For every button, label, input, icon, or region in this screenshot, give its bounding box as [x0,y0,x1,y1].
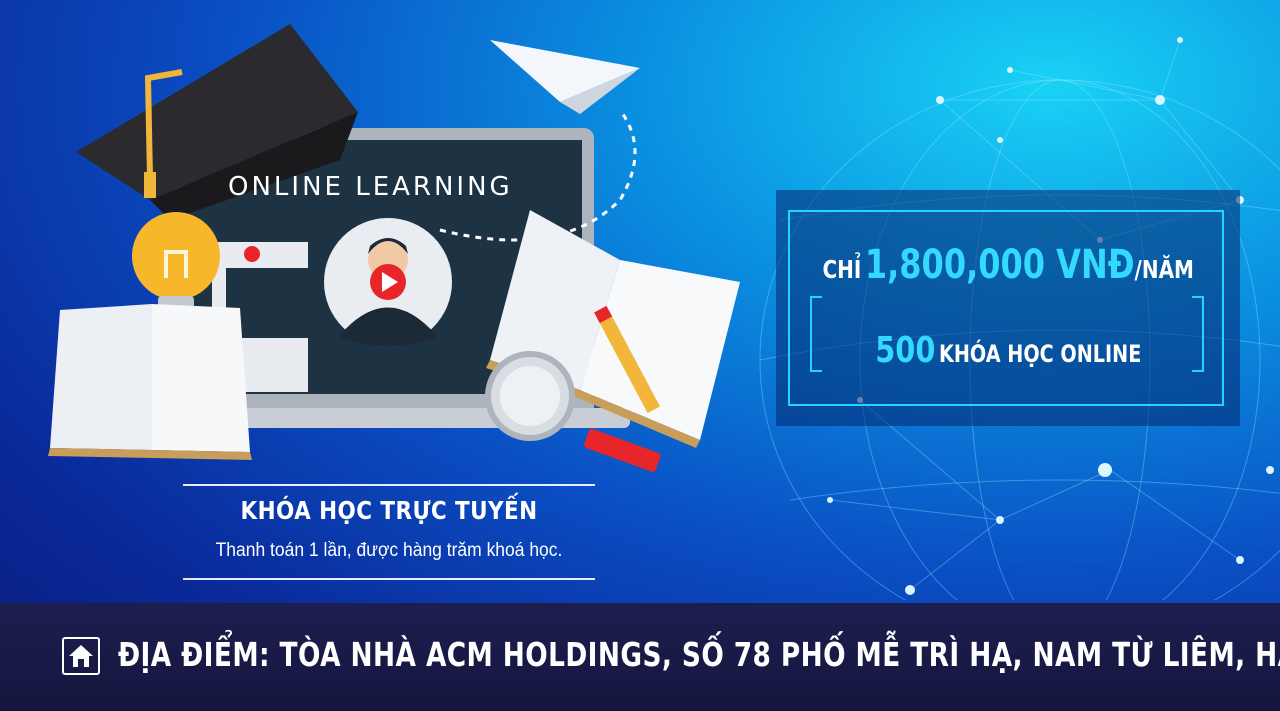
caption-title: KHÓA HỌC TRỰC TUYẾN [240,496,538,525]
course-caption: KHÓA HỌC TRỰC TUYẾN Thanh toán 1 lần, đư… [183,484,595,580]
bracket-right [1192,296,1204,372]
online-learning-illustration [48,24,740,472]
home-icon [62,637,100,675]
paper-plane-icon [490,40,640,114]
price-line: CHỈ 1,800,000 VNĐ/NĂM [776,242,1240,288]
instructor-avatar [324,218,452,346]
open-book-left [48,304,252,460]
caption-subtitle: Thanh toán 1 lần, được hàng trăm khoá họ… [215,540,563,561]
play-icon [244,246,260,262]
price-value: 1,800,000 VNĐ [864,242,1135,288]
bracket-left [810,296,822,372]
price-prefix: CHỈ [822,255,862,284]
address-footer: ĐỊA ĐIỂM: TÒA NHÀ ACM HOLDINGS, SỐ 78 PH… [0,603,1280,711]
course-count-line: 500 KHÓA HỌC ONLINE [776,330,1240,371]
course-label: KHÓA HỌC ONLINE [938,340,1142,368]
screen-title: ONLINE LEARNING [228,172,513,202]
address-text: ĐỊA ĐIỂM: TÒA NHÀ ACM HOLDINGS, SỐ 78 PH… [118,635,1280,674]
caption-bottom-rule [183,578,595,580]
promo-banner: ONLINE LEARNING KHÓA HỌC TRỰC TUYẾN Than… [0,0,1280,711]
price-box: CHỈ 1,800,000 VNĐ/NĂM 500 KHÓA HỌC ONLIN… [776,190,1240,426]
price-suffix: /NĂM [1134,255,1194,284]
price-frame [788,210,1224,406]
caption-top-rule [183,484,595,486]
course-count: 500 [874,330,936,371]
